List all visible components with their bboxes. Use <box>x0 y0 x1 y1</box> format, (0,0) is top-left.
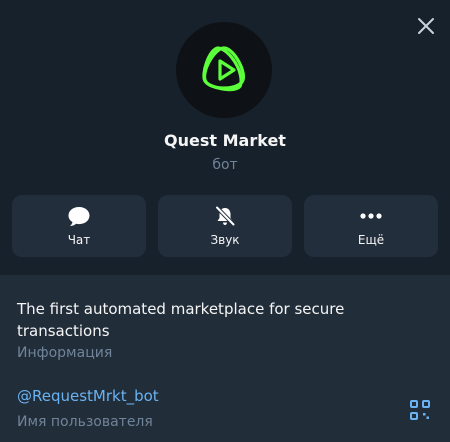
profile-subtitle: бот <box>212 157 238 173</box>
sound-label: Звук <box>210 233 240 247</box>
sound-button[interactable]: Звук <box>158 195 292 257</box>
action-buttons: Чат Звук Ещё <box>12 195 438 257</box>
username-label: Имя пользователя <box>17 414 153 430</box>
more-button[interactable]: Ещё <box>304 195 438 257</box>
avatar <box>176 22 272 118</box>
profile-header: Quest Market бот Чат Звук Ещё <box>0 0 450 275</box>
username-link[interactable]: @RequestMrkt_bot <box>17 387 159 405</box>
more-label: Ещё <box>357 233 385 247</box>
info-panel: The first automated marketplace for secu… <box>0 275 450 442</box>
description-label: Информация <box>17 345 113 361</box>
atom-logo-icon <box>202 46 245 92</box>
bell-muted-icon <box>214 205 236 227</box>
qr-code-icon[interactable] <box>409 399 431 421</box>
more-dots-icon <box>359 205 383 227</box>
bot-description: The first automated marketplace for secu… <box>17 300 345 340</box>
chat-bubble-icon <box>67 205 91 227</box>
profile-name: Quest Market <box>164 131 286 150</box>
chat-label: Чат <box>67 233 91 247</box>
close-icon[interactable] <box>414 14 438 38</box>
chat-button[interactable]: Чат <box>12 195 146 257</box>
